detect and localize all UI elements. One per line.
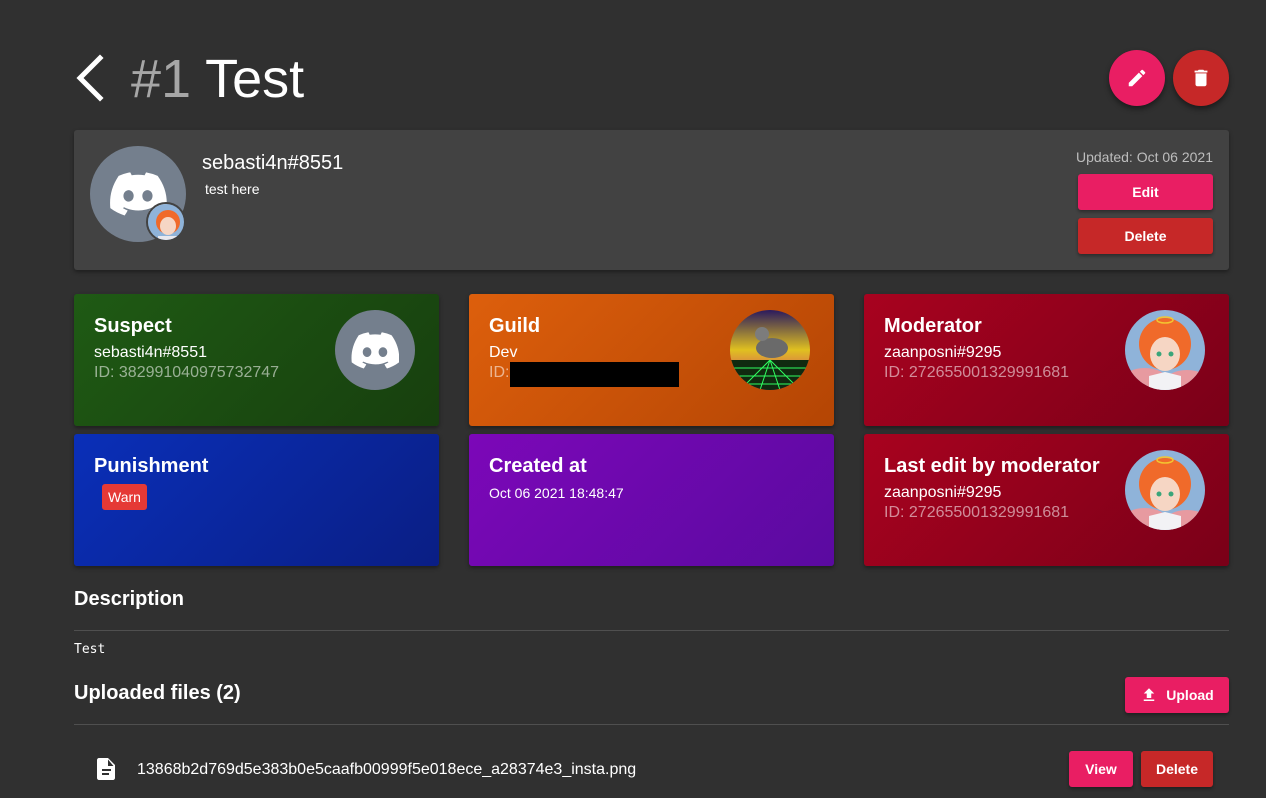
created-at-value: Oct 06 2021 18:48:47 xyxy=(489,485,624,501)
profile-username: sebasti4n#8551 xyxy=(202,152,344,174)
edit-fab-button[interactable] xyxy=(1109,50,1165,106)
last-edit-title: Last edit by moderator xyxy=(884,455,1100,477)
profile-note: test here xyxy=(205,181,260,197)
suspect-username: sebasti4n#8551 xyxy=(94,344,207,361)
files-divider xyxy=(74,724,1229,725)
moderator-card: Moderator zaanposni#9295 ID: 27265500132… xyxy=(864,294,1229,426)
upload-button[interactable]: Upload xyxy=(1125,677,1229,713)
suspect-profile-card: sebasti4n#8551 test here Updated: Oct 06… xyxy=(74,130,1229,270)
moderator-card-title: Moderator xyxy=(884,315,982,337)
punishment-card-title: Punishment xyxy=(94,455,209,477)
guild-icon xyxy=(730,310,810,390)
page-title: #1 Test xyxy=(131,50,304,108)
file-document-icon xyxy=(97,758,115,780)
anime-avatar-icon xyxy=(1125,450,1205,530)
guild-name: Dev xyxy=(489,344,518,361)
redacted-guild-id xyxy=(510,362,679,387)
file-name: 13868b2d769d5e383b0e5caafb00999f5e018ece… xyxy=(137,761,637,778)
last-edit-id: ID: 272655001329991681 xyxy=(884,504,1070,521)
suspect-avatar xyxy=(335,310,415,390)
uploaded-files-title: Uploaded files (2) xyxy=(74,682,241,704)
moderator-id: ID: 272655001329991681 xyxy=(884,364,1070,381)
moderator-avatar xyxy=(1125,310,1205,390)
last-edit-avatar xyxy=(1125,450,1205,530)
edit-button[interactable]: Edit xyxy=(1078,174,1213,210)
guild-artwork-icon xyxy=(730,310,810,390)
delete-button[interactable]: Delete xyxy=(1078,218,1213,254)
view-file-button[interactable]: View xyxy=(1069,751,1133,787)
suspect-card-title: Suspect xyxy=(94,315,172,337)
punishment-card: Punishment Warn xyxy=(74,434,439,566)
last-edit-username: zaanposni#9295 xyxy=(884,484,1002,501)
created-at-title: Created at xyxy=(489,455,587,477)
delete-file-button[interactable]: Delete xyxy=(1141,751,1213,787)
upload-label: Upload xyxy=(1166,687,1214,703)
moderator-avatar-small xyxy=(146,202,186,242)
guild-card-title: Guild xyxy=(489,315,541,337)
anime-avatar-icon xyxy=(1125,310,1205,390)
moderator-username: zaanposni#9295 xyxy=(884,344,1002,361)
page-header: #1 Test xyxy=(74,44,1229,114)
last-edit-card: Last edit by moderator zaanposni#9295 ID… xyxy=(864,434,1229,566)
suspect-card: Suspect sebasti4n#8551 ID: 3829910409757… xyxy=(74,294,439,426)
guild-card: Guild Dev ID: xyxy=(469,294,834,426)
created-at-card: Created at Oct 06 2021 18:48:47 xyxy=(469,434,834,566)
case-title: Test xyxy=(205,49,305,109)
suspect-id: ID: 382991040975732747 xyxy=(94,364,280,381)
discord-logo-icon xyxy=(351,331,399,369)
case-number: #1 xyxy=(131,49,192,109)
upload-icon xyxy=(1144,688,1155,701)
description-divider xyxy=(74,630,1229,631)
updated-date: Updated: Oct 06 2021 xyxy=(1076,149,1213,165)
description-title: Description xyxy=(74,588,185,610)
guild-id-label: ID: xyxy=(489,364,510,381)
description-text: Test xyxy=(74,642,106,657)
back-arrow-icon[interactable] xyxy=(74,54,106,102)
punishment-badge: Warn xyxy=(102,484,147,510)
delete-fab-button[interactable] xyxy=(1173,50,1229,106)
trash-icon xyxy=(1194,69,1208,87)
pencil-icon xyxy=(1128,69,1146,87)
file-list-item: 13868b2d769d5e383b0e5caafb00999f5e018ece… xyxy=(74,745,1229,795)
anime-avatar-icon xyxy=(148,204,184,240)
